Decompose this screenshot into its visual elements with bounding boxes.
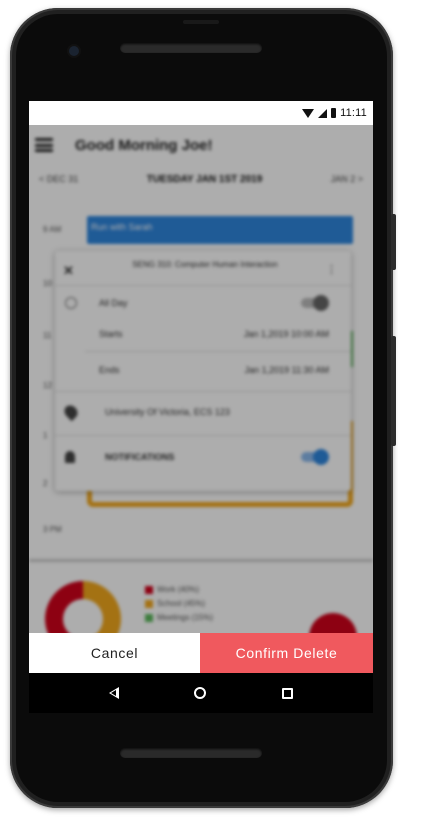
delete-confirm-bar: Cancel Confirm Delete <box>29 633 373 673</box>
wifi-icon <box>302 108 315 118</box>
status-bar: 11:11 <box>29 101 373 125</box>
signal-icon <box>318 108 328 118</box>
bottom-speaker <box>120 748 262 758</box>
confirm-delete-button[interactable]: Confirm Delete <box>200 633 373 673</box>
phone-earpiece-slit <box>183 20 219 24</box>
status-time: 11:11 <box>340 107 367 119</box>
android-nav-bar <box>29 673 373 713</box>
phone-screen: 11:11 Good Morning Joe! < DEC 31 TUESDAY… <box>29 101 373 713</box>
cancel-button[interactable]: Cancel <box>29 633 200 673</box>
top-speaker <box>120 43 262 53</box>
nav-back-icon[interactable] <box>108 687 119 699</box>
battery-icon <box>331 108 337 118</box>
power-button <box>391 214 396 270</box>
front-camera <box>69 46 79 56</box>
nav-recents-icon[interactable] <box>282 687 294 699</box>
modal-scrim <box>29 125 373 633</box>
volume-button <box>391 336 396 446</box>
nav-home-icon[interactable] <box>194 687 207 699</box>
